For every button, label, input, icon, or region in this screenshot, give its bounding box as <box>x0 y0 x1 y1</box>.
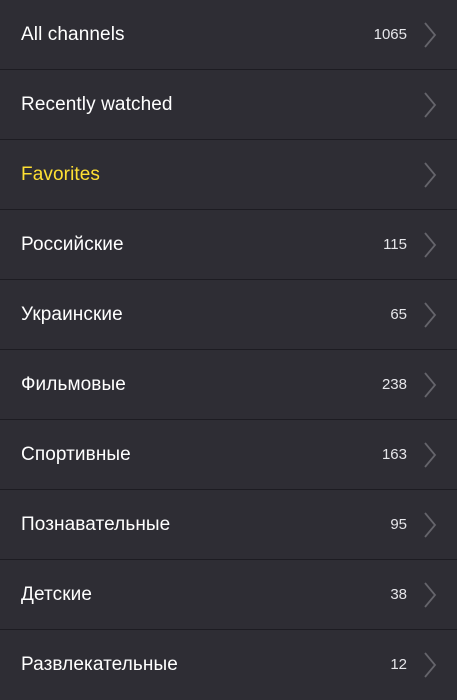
category-row-educational[interactable]: Познавательные 95 <box>0 490 457 560</box>
channel-category-list: All channels 1065 Recently watched Favor… <box>0 0 457 700</box>
category-label: All channels <box>21 23 125 45</box>
chevron-right-icon <box>423 651 437 678</box>
category-row-recently-watched[interactable]: Recently watched <box>0 70 457 140</box>
channel-count: 163 <box>381 446 407 463</box>
category-label: Спортивные <box>21 443 131 465</box>
channel-count: 65 <box>390 306 407 323</box>
channel-count: 1065 <box>373 26 407 43</box>
category-label: Познавательные <box>21 513 171 535</box>
category-label: Recently watched <box>21 93 173 115</box>
channel-count: 38 <box>390 586 407 603</box>
category-row-entertainment[interactable]: Развлекательные 12 <box>0 630 457 699</box>
chevron-right-icon <box>423 301 437 328</box>
category-row-ukrainian[interactable]: Украинские 65 <box>0 280 457 350</box>
category-label: Российские <box>21 233 124 255</box>
chevron-right-icon <box>423 441 437 468</box>
chevron-right-icon <box>423 581 437 608</box>
category-row-sports[interactable]: Спортивные 163 <box>0 420 457 490</box>
channel-count: 12 <box>390 656 407 673</box>
channel-count: 238 <box>381 376 407 393</box>
chevron-right-icon <box>423 161 437 188</box>
channel-count: 95 <box>390 516 407 533</box>
chevron-right-icon <box>423 21 437 48</box>
chevron-right-icon <box>423 371 437 398</box>
category-label: Favorites <box>21 163 101 185</box>
chevron-right-icon <box>423 231 437 258</box>
chevron-right-icon <box>423 511 437 538</box>
category-label: Развлекательные <box>21 653 178 675</box>
chevron-right-icon <box>423 91 437 118</box>
category-row-kids[interactable]: Детские 38 <box>0 560 457 630</box>
category-label: Украинские <box>21 303 123 325</box>
category-row-movies[interactable]: Фильмовые 238 <box>0 350 457 420</box>
category-label: Фильмовые <box>21 373 126 395</box>
category-row-russian[interactable]: Российские 115 <box>0 210 457 280</box>
category-label: Детские <box>21 583 92 605</box>
category-row-all-channels[interactable]: All channels 1065 <box>0 0 457 70</box>
category-row-favorites[interactable]: Favorites <box>0 140 457 210</box>
channel-count: 115 <box>383 236 407 253</box>
